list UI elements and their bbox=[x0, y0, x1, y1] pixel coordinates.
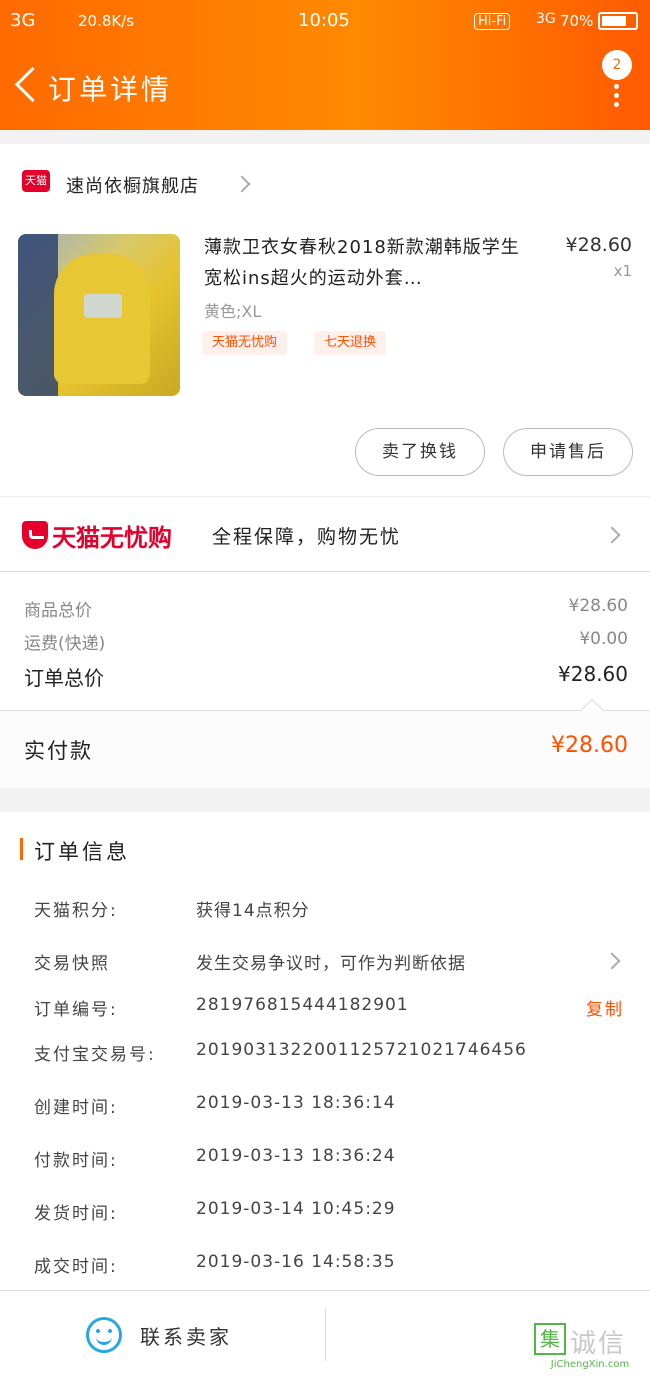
clock: 10:05 bbox=[298, 10, 350, 31]
points-label: 天猫积分: bbox=[34, 901, 118, 921]
created-time-value: 2019-03-13 18:36:14 bbox=[196, 1093, 396, 1113]
watermark-url: JiChengXin.com bbox=[550, 1359, 630, 1370]
guarantee-description: 全程保障，购物无忧 bbox=[212, 526, 402, 548]
section-title: 订单信息 bbox=[34, 840, 130, 864]
order-total-label: 订单总价 bbox=[24, 666, 104, 690]
paid-value: ¥28.60 bbox=[551, 733, 628, 758]
battery-icon bbox=[598, 12, 638, 30]
network-speed: 20.8K/s bbox=[78, 12, 135, 30]
product-quantity: x1 bbox=[613, 262, 632, 280]
chevron-right-icon[interactable] bbox=[603, 952, 621, 970]
guarantee-banner[interactable]: 天猫无忧购 全程保障，购物无忧 bbox=[0, 496, 650, 572]
product-sku: 黄色;XL bbox=[204, 302, 262, 321]
points-value: 获得14点积分 bbox=[196, 901, 310, 921]
section-accent-bar bbox=[20, 838, 23, 860]
shipping-value: ¥0.00 bbox=[579, 629, 628, 649]
page-title: 订单详情 bbox=[48, 73, 173, 106]
smile-icon[interactable] bbox=[86, 1317, 122, 1353]
alipay-number-value: 2019031322001125721021746456 bbox=[196, 1040, 527, 1060]
chevron-right-icon bbox=[603, 526, 621, 544]
order-total-value: ¥28.60 bbox=[558, 662, 628, 686]
completed-time-label: 成交时间: bbox=[34, 1257, 118, 1277]
paid-label: 实付款 bbox=[24, 739, 93, 763]
product-image[interactable] bbox=[18, 234, 180, 396]
tmall-logo: 天猫 bbox=[22, 170, 50, 192]
after-sales-button[interactable]: 申请售后 bbox=[503, 428, 633, 476]
snapshot-label[interactable]: 交易快照 bbox=[34, 949, 110, 974]
guarantee-brand: 天猫无忧购 bbox=[52, 524, 172, 552]
paid-amount-row: 实付款 ¥28.60 bbox=[0, 698, 650, 788]
created-time-label: 创建时间: bbox=[34, 1098, 118, 1118]
chevron-right-icon bbox=[233, 175, 251, 193]
tag-seven-day-return: 七天退换 bbox=[314, 331, 387, 355]
snapshot-value[interactable]: 发生交易争议时，可作为判断依据 bbox=[196, 949, 466, 974]
completed-time-value: 2019-03-16 14:58:35 bbox=[196, 1252, 396, 1272]
watermark: 集 诚信 JiChengXin.com bbox=[534, 1303, 646, 1373]
more-menu-button[interactable]: 2 bbox=[598, 48, 638, 108]
contact-seller-button[interactable]: 联系卖家 bbox=[140, 1321, 232, 1350]
order-info-section: 订单信息 天猫积分: 获得14点积分 交易快照 发生交易争议时，可作为判断依据 … bbox=[0, 812, 650, 1290]
battery-level: 70% bbox=[560, 12, 594, 30]
alipay-number-label: 支付宝交易号: bbox=[34, 1045, 156, 1065]
divider bbox=[325, 1309, 326, 1361]
shipped-time-label: 发货时间: bbox=[34, 1204, 118, 1224]
order-number-value: 281976815444182901 bbox=[196, 995, 409, 1015]
hifi-badge: Hi-Fi bbox=[474, 13, 511, 30]
network-indicator-2: 3G bbox=[536, 11, 556, 27]
sell-for-cash-button[interactable]: 卖了换钱 bbox=[355, 428, 485, 476]
watermark-text: 诚信 bbox=[570, 1329, 627, 1359]
more-dots-icon bbox=[614, 84, 620, 111]
watermark-box: 集 bbox=[534, 1323, 566, 1355]
back-button[interactable] bbox=[10, 66, 40, 106]
subtotal-label: 商品总价 bbox=[24, 601, 92, 621]
status-bar: 3G 20.8K/s 10:05 Hi-Fi 3G 70% bbox=[0, 0, 650, 42]
shipped-time-value: 2019-03-14 10:45:29 bbox=[196, 1199, 396, 1219]
network-indicator: 3G bbox=[10, 10, 36, 31]
product-title[interactable]: 薄款卫衣女春秋2018新款潮韩版学生宽松ins超火的运动外套… bbox=[204, 232, 534, 294]
copy-button[interactable]: 复制 bbox=[586, 995, 624, 1020]
tag-worry-free: 天猫无忧购 bbox=[202, 331, 288, 355]
paid-time-label: 付款时间: bbox=[34, 1151, 118, 1171]
price-summary: 商品总价 ¥28.60 运费(快递) ¥0.00 订单总价 ¥28.60 bbox=[0, 572, 650, 710]
subtotal-value: ¥28.60 bbox=[568, 596, 628, 616]
shop-card: 天猫 速尚依橱旗舰店 薄款卫衣女春秋2018新款潮韩版学生宽松ins超火的运动外… bbox=[0, 144, 650, 496]
shop-name-link[interactable]: 速尚依橱旗舰店 bbox=[66, 172, 199, 198]
order-number-label: 订单编号: bbox=[34, 1000, 118, 1020]
shipping-label: 运费(快递) bbox=[24, 634, 106, 654]
product-price: ¥28.60 bbox=[565, 234, 632, 256]
header-bar: 3G 20.8K/s 10:05 Hi-Fi 3G 70% 订单详情 2 bbox=[0, 0, 650, 130]
bottom-action-bar: 联系卖家 集 诚信 JiChengXin.com bbox=[0, 1290, 650, 1379]
message-count-badge: 2 bbox=[602, 50, 632, 80]
paid-time-value: 2019-03-13 18:36:24 bbox=[196, 1146, 396, 1166]
shield-icon bbox=[22, 521, 48, 549]
